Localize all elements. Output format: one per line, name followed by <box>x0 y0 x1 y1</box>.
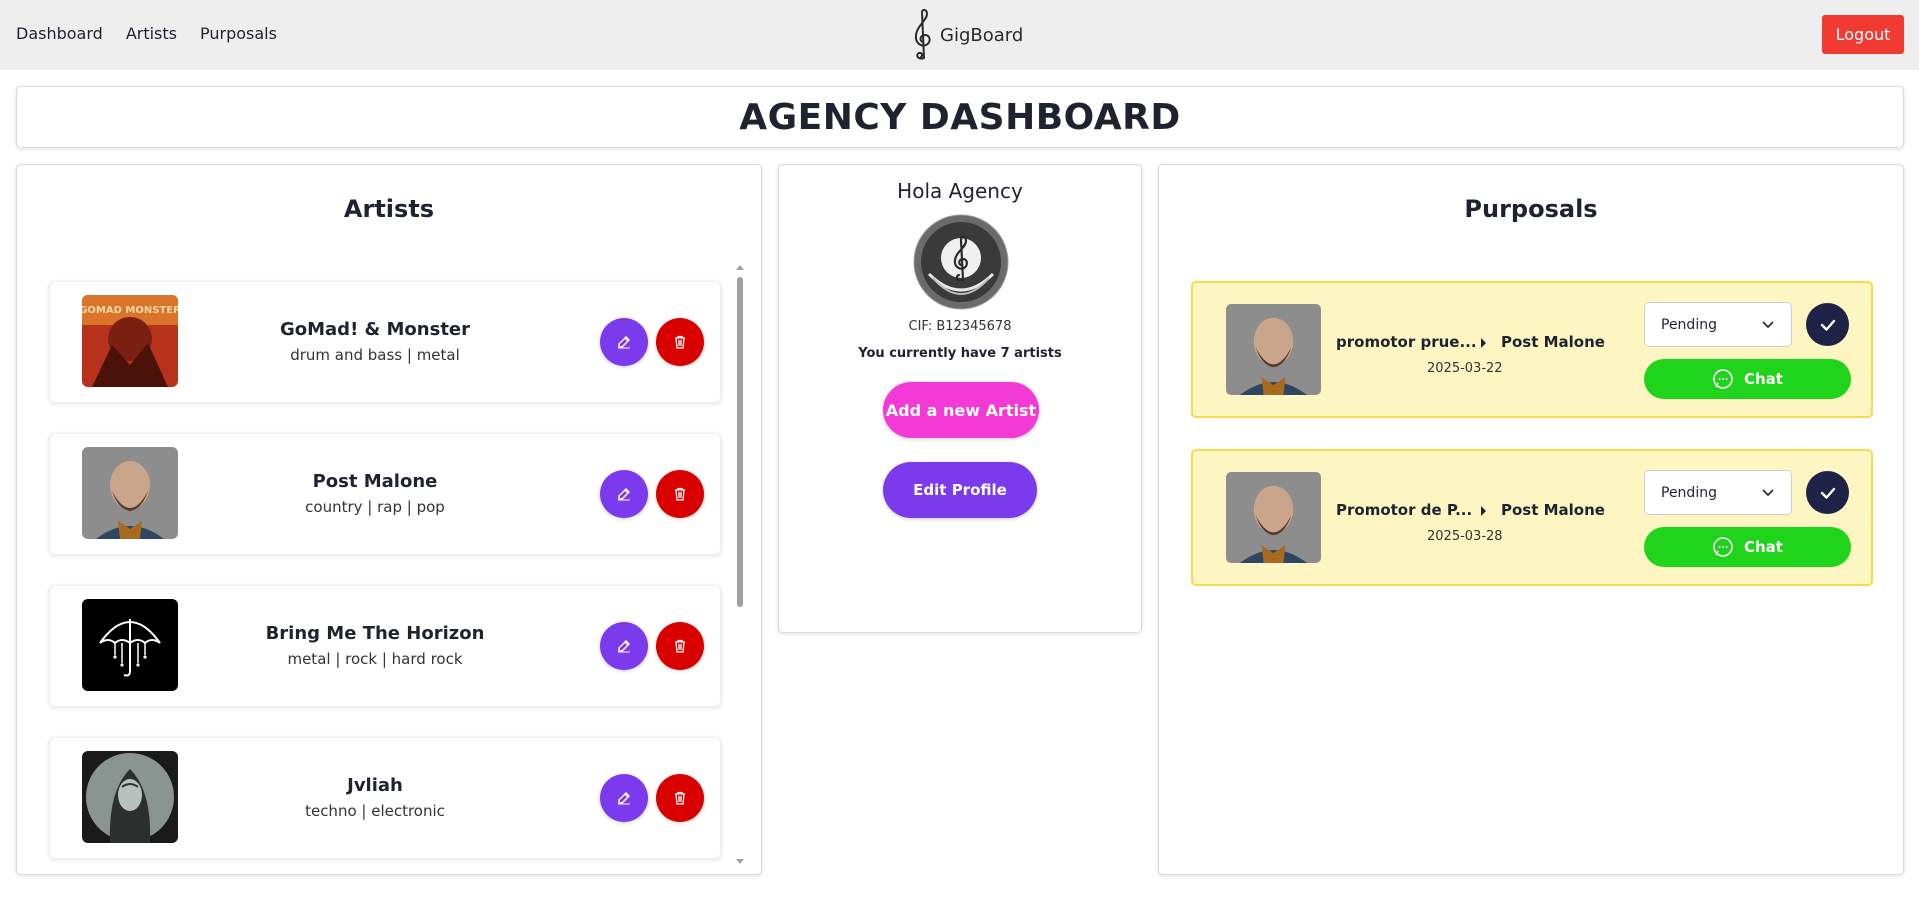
agency-avatar <box>913 214 1009 310</box>
purposal-card: promotor prue... Post Malone 2025-03-22 … <box>1191 281 1873 418</box>
purposals-panel-title: Purposals <box>1464 195 1598 223</box>
accept-purposal-button[interactable] <box>1806 471 1849 514</box>
edit-artist-button[interactable] <box>600 470 648 518</box>
add-artist-button[interactable]: Add a new Artist <box>883 382 1039 438</box>
delete-artist-button[interactable] <box>656 470 704 518</box>
edit-artist-button[interactable] <box>600 774 648 822</box>
trash-icon <box>675 487 685 501</box>
chat-button[interactable]: Chat <box>1644 359 1851 399</box>
purposal-status-select[interactable]: Pending <box>1644 302 1792 347</box>
agency-cif: CIF: B12345678 <box>908 319 1012 334</box>
scrollbar-thumb[interactable] <box>737 277 743 607</box>
artist-genres: drum and bass | metal <box>290 346 460 364</box>
artist-count-text: You currently have 7 artists <box>779 346 1141 361</box>
artist-image: GOMAD MONSTER <box>82 295 178 387</box>
purposal-artist-image <box>1226 472 1321 563</box>
edit-icon <box>618 792 630 805</box>
chat-button-label: Chat <box>1744 538 1783 556</box>
artists-panel: Artists GOMAD MONSTER GoMad! & Monster d… <box>16 164 762 875</box>
edit-artist-button[interactable] <box>600 622 648 670</box>
artist-card: Post Malone country | rap | pop <box>49 433 721 555</box>
artist-name: GoMad! & Monster <box>279 319 471 340</box>
accept-purposal-button[interactable] <box>1806 303 1849 346</box>
nav-link-artists[interactable]: Artists <box>126 24 177 43</box>
delete-artist-button[interactable] <box>656 774 704 822</box>
artist-info: Post Malone country | rap | pop <box>210 471 540 516</box>
purposal-promoter: Promotor de P... <box>1336 501 1473 519</box>
page-title: AGENCY DASHBOARD <box>739 96 1181 138</box>
purposal-artist: Post Malone <box>1501 333 1605 351</box>
purposal-artist: Post Malone <box>1501 501 1605 519</box>
edit-artist-button[interactable] <box>600 318 648 366</box>
artist-info: GoMad! & Monster drum and bass | metal <box>210 319 540 364</box>
artist-image <box>82 751 178 843</box>
purposal-status-value: Pending <box>1661 316 1717 333</box>
artist-card: GOMAD MONSTER GoMad! & Monster drum and … <box>49 281 721 403</box>
purposal-status-select[interactable]: Pending <box>1644 470 1792 515</box>
artist-count-suffix: artists <box>1009 346 1062 361</box>
caret-right-icon <box>1481 338 1486 348</box>
purposal-status-value: Pending <box>1661 484 1717 501</box>
artist-name: Bring Me The Horizon <box>265 623 485 644</box>
scroll-down-arrow-icon[interactable] <box>736 859 744 864</box>
purposal-promoter: promotor prue... <box>1336 333 1477 351</box>
edit-profile-button[interactable]: Edit Profile <box>883 462 1037 518</box>
artist-name: Jvliah <box>347 775 403 796</box>
artist-card: Jvliah techno | electronic <box>49 737 721 859</box>
purposal-date: 2025-03-28 <box>1427 529 1503 544</box>
checkmark-icon <box>1820 319 1835 331</box>
edit-icon <box>618 336 630 349</box>
purposal-artist-image <box>1226 304 1321 395</box>
artist-genres: metal | rock | hard rock <box>287 650 463 668</box>
artists-panel-title: Artists <box>343 195 435 223</box>
caret-right-icon <box>1481 506 1486 516</box>
artist-name: Post Malone <box>312 471 438 492</box>
scroll-up-arrow-icon[interactable] <box>736 265 744 270</box>
artist-image <box>82 447 178 539</box>
purposal-card: Promotor de P... Post Malone 2025-03-28 … <box>1191 449 1873 586</box>
artist-count-prefix: You currently have <box>858 346 1001 361</box>
chat-bubble-icon <box>1713 369 1733 389</box>
chat-button[interactable]: Chat <box>1644 527 1851 567</box>
artist-count-value: 7 <box>1000 346 1010 361</box>
trash-icon <box>675 791 685 805</box>
logout-button[interactable]: Logout <box>1822 15 1904 54</box>
brand-name: GigBoard <box>940 24 1024 46</box>
nav-link-purposals[interactable]: Purposals <box>200 24 277 43</box>
edit-icon <box>618 640 630 653</box>
artist-info: Jvliah techno | electronic <box>210 775 540 820</box>
artist-card: Bring Me The Horizon metal | rock | hard… <box>49 585 721 707</box>
svg-text:GOMAD MONSTER: GOMAD MONSTER <box>82 305 178 316</box>
purposals-panel: Purposals promotor prue... Post Malone 2… <box>1158 164 1904 875</box>
edit-icon <box>618 488 630 501</box>
delete-artist-button[interactable] <box>656 318 704 366</box>
chat-button-label: Chat <box>1744 370 1783 388</box>
agency-profile-panel: Hola Agency CIF: B12345678 You currently… <box>778 164 1142 633</box>
page-title-card: AGENCY DASHBOARD <box>16 86 1904 148</box>
checkmark-icon <box>1820 487 1835 499</box>
chat-bubble-icon <box>1713 537 1733 557</box>
artist-image <box>82 599 178 691</box>
trash-icon <box>675 335 685 349</box>
top-navbar: Dashboard Artists Purposals GigBoard Log… <box>0 0 1919 70</box>
artist-genres: country | rap | pop <box>305 498 445 516</box>
brand-logo[interactable]: GigBoard <box>908 7 1023 63</box>
nav-link-dashboard[interactable]: Dashboard <box>16 24 103 43</box>
agency-name: Hola Agency <box>897 179 1023 203</box>
purposal-date: 2025-03-22 <box>1427 361 1503 376</box>
artists-scrollbar[interactable] <box>735 265 745 865</box>
chevron-down-icon <box>1762 489 1774 497</box>
delete-artist-button[interactable] <box>656 622 704 670</box>
chevron-down-icon <box>1762 321 1774 329</box>
trash-icon <box>675 639 685 653</box>
artist-genres: techno | electronic <box>305 802 445 820</box>
artist-info: Bring Me The Horizon metal | rock | hard… <box>210 623 540 668</box>
nav-links: Dashboard Artists Purposals <box>16 24 300 43</box>
treble-clef-icon <box>914 8 931 60</box>
